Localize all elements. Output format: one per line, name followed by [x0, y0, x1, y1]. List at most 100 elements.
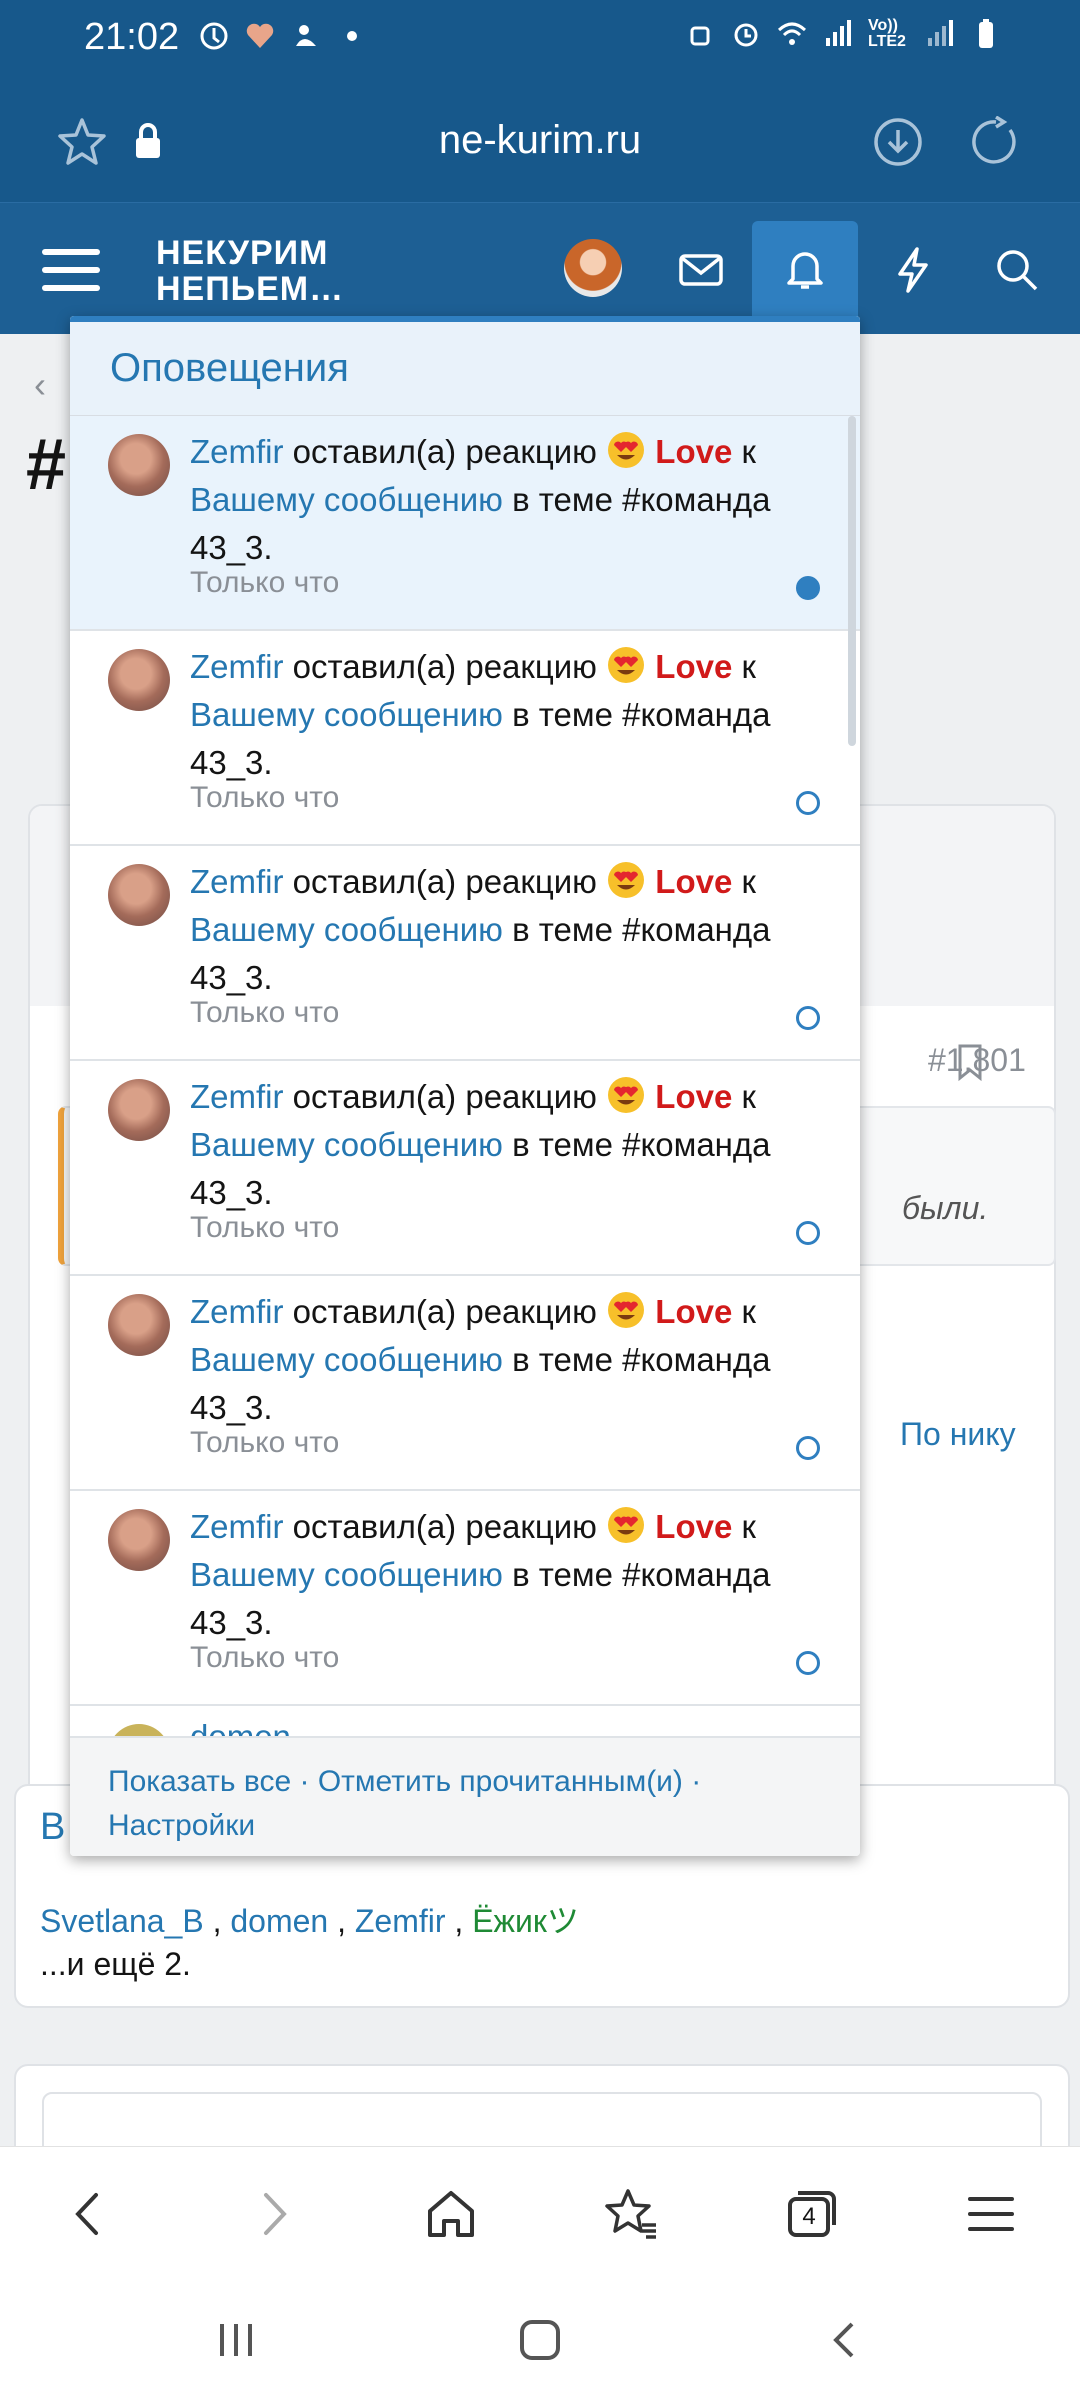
notification-avatar[interactable]	[108, 1509, 170, 1571]
home-icon[interactable]	[422, 2185, 480, 2243]
recents-icon[interactable]	[214, 2318, 258, 2362]
battery-icon	[979, 19, 993, 48]
site-header: НЕКУРИМ НЕПЬЕМ…	[0, 202, 1080, 335]
more-menu-icon[interactable]	[962, 2185, 1020, 2243]
fitness-icon	[200, 22, 228, 50]
unread-indicator[interactable]	[796, 1436, 820, 1460]
tabs-button[interactable]: 4	[782, 2185, 840, 2243]
notification-action: оставил(а) реакцию	[292, 1508, 597, 1545]
notification-avatar[interactable]	[108, 1724, 170, 1736]
notification-message-link[interactable]: Вашему сообщению	[190, 1126, 503, 1163]
dropdown-title: Оповещения	[110, 346, 349, 390]
notification-action: оставил(а) реакцию	[292, 648, 597, 685]
footer-separator: ·	[299, 1765, 310, 1798]
notification-item[interactable]: Zemfir оставил(а) реакцию Love к Вашему …	[70, 416, 860, 631]
wifi-icon	[777, 22, 807, 45]
by-nick-link[interactable]: По нику	[900, 1416, 1016, 1453]
notification-avatar[interactable]	[108, 1294, 170, 1356]
notification-text: Zemfir оставил(а) реакцию Love к Вашему …	[190, 643, 820, 787]
alarm-lock-icon	[690, 26, 710, 46]
notification-item[interactable]: Zemfir оставил(а) реакцию Love к Вашему …	[70, 1061, 860, 1276]
viewer-link[interactable]: domen	[230, 1903, 328, 1939]
notification-reaction: Love	[655, 1508, 733, 1545]
notification-user-link[interactable]: Zemfir	[190, 433, 284, 470]
home-nav-icon[interactable]	[518, 2318, 562, 2362]
show-all-link[interactable]: Показать все	[108, 1765, 291, 1798]
viewer-link[interactable]: Ёжикツ	[472, 1903, 579, 1939]
notification-preposition: к	[741, 648, 756, 685]
notification-time: Только что	[190, 1211, 340, 1244]
signal2-icon	[928, 20, 953, 46]
notification-reaction: Love	[655, 1293, 733, 1330]
notification-user-link[interactable]: Zemfir	[190, 1508, 284, 1545]
back-icon[interactable]	[60, 2185, 118, 2243]
notification-avatar[interactable]	[108, 434, 170, 496]
mail-icon[interactable]	[676, 245, 726, 295]
notification-message-link[interactable]: Вашему сообщению	[190, 1556, 503, 1593]
notification-item[interactable]: Zemfir оставил(а) реакцию Love к Вашему …	[70, 1491, 860, 1706]
notification-reaction: Love	[655, 863, 733, 900]
viewers-more[interactable]: ...и ещё 2.	[40, 1946, 191, 1983]
dot-icon	[347, 31, 357, 41]
post-number[interactable]: #1.801	[928, 1042, 1026, 1079]
dropdown-scrollbar[interactable]	[848, 416, 856, 746]
notification-preposition: к	[741, 1293, 756, 1330]
status-bar: 21:02 Vo)) LTE2	[0, 0, 1080, 80]
search-icon[interactable]	[992, 245, 1042, 295]
alarm-icon	[734, 23, 758, 47]
dropdown-header: Оповещения	[70, 316, 860, 416]
back-nav-icon[interactable]	[822, 2318, 866, 2362]
site-logo[interactable]: НЕКУРИМ НЕПЬЕМ…	[156, 235, 344, 307]
notification-item-partial[interactable]: domen	[70, 1706, 860, 1736]
tabs-count: 4	[802, 2203, 816, 2230]
notification-action: оставил(а) реакцию	[292, 1293, 597, 1330]
notification-message-link[interactable]: Вашему сообщению	[190, 911, 503, 948]
logo-line2: НЕПЬЕМ…	[156, 270, 345, 308]
menu-icon[interactable]	[42, 247, 100, 293]
reload-icon[interactable]	[970, 116, 1022, 168]
notification-message-link[interactable]: Вашему сообщению	[190, 1341, 503, 1378]
notification-action: оставил(а) реакцию	[292, 433, 597, 470]
unread-indicator[interactable]	[796, 1006, 820, 1030]
notification-preposition: к	[741, 1078, 756, 1115]
notification-user-link[interactable]: Zemfir	[190, 863, 284, 900]
unread-indicator[interactable]	[796, 1651, 820, 1675]
love-emoji-icon	[608, 432, 645, 468]
notification-message-link[interactable]: Вашему сообщению	[190, 481, 503, 518]
download-icon[interactable]	[872, 116, 924, 168]
settings-link[interactable]: Настройки	[108, 1809, 255, 1842]
notification-user-link[interactable]: domen	[190, 1718, 291, 1736]
love-emoji-icon	[608, 862, 645, 898]
unread-indicator[interactable]	[796, 1221, 820, 1245]
unread-indicator[interactable]	[796, 791, 820, 815]
love-emoji-icon	[608, 1077, 645, 1113]
lightning-icon[interactable]	[888, 245, 938, 295]
mark-read-link[interactable]: Отметить прочитанным(и)	[318, 1765, 683, 1798]
notification-preposition: к	[741, 433, 756, 470]
unread-indicator[interactable]	[796, 576, 820, 600]
notification-avatar[interactable]	[108, 864, 170, 926]
heart-icon	[246, 23, 274, 48]
viewer-link[interactable]: Svetlana_B	[40, 1903, 204, 1939]
notification-item[interactable]: Zemfir оставил(а) реакцию Love к Вашему …	[70, 846, 860, 1061]
back-chevron-icon[interactable]: ‹	[34, 364, 46, 406]
notification-user-link[interactable]: Zemfir	[190, 1078, 284, 1115]
notification-item[interactable]: Zemfir оставил(а) реакцию Love к Вашему …	[70, 631, 860, 846]
notification-message-link[interactable]: Вашему сообщению	[190, 696, 503, 733]
notification-item[interactable]: Zemfir оставил(а) реакцию Love к Вашему …	[70, 1276, 860, 1491]
logo-line1: НЕКУРИМ	[156, 234, 329, 272]
notification-user-link[interactable]: Zemfir	[190, 1293, 284, 1330]
dropdown-footer: Показать все · Отметить прочитанным(и) ·…	[70, 1736, 860, 1856]
forward-icon[interactable]	[244, 2185, 302, 2243]
viewer-link[interactable]: Zemfir	[355, 1903, 446, 1939]
notification-text: Zemfir оставил(а) реакцию Love к Вашему …	[190, 428, 820, 572]
user-avatar[interactable]	[564, 239, 622, 297]
bookmarks-icon[interactable]	[602, 2185, 660, 2243]
notification-avatar[interactable]	[108, 649, 170, 711]
notification-user-link[interactable]: Zemfir	[190, 648, 284, 685]
notification-time: Только что	[190, 996, 340, 1029]
notification-avatar[interactable]	[108, 1079, 170, 1141]
love-emoji-icon	[608, 1507, 645, 1543]
love-emoji-icon	[608, 647, 645, 683]
notification-text: Zemfir оставил(а) реакцию Love к Вашему …	[190, 1503, 820, 1647]
